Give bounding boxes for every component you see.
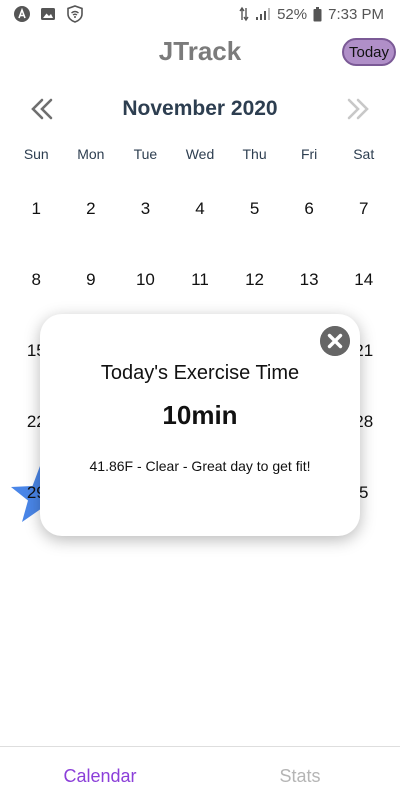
weekday-sat: Sat — [353, 146, 375, 162]
day-number: 8 — [31, 270, 42, 289]
day-number: 2 — [86, 199, 96, 218]
battery-icon — [313, 6, 322, 21]
weekday-thu: Thu — [242, 146, 267, 162]
weekday-tue: Tue — [133, 146, 158, 162]
day-number: 7 — [358, 199, 369, 218]
day-number: 13 — [299, 270, 319, 289]
day-cell[interactable]: 5 — [227, 186, 282, 257]
day-number: 11 — [191, 270, 209, 289]
today-button[interactable]: Today — [342, 38, 396, 66]
close-icon[interactable] — [320, 326, 350, 356]
day-number: 5 — [358, 483, 369, 502]
status-bar: 52% 7:33 PM — [0, 0, 400, 28]
modal-heading: Today's Exercise Time — [100, 362, 300, 384]
shield-wifi-icon — [67, 5, 83, 23]
weekday-mon: Mon — [77, 146, 105, 162]
weekday-fri: Fri — [300, 146, 318, 162]
day-cell[interactable]: 7 — [336, 186, 391, 257]
previous-month-chevron-icon[interactable] — [30, 96, 54, 122]
day-number: 10 — [135, 270, 155, 289]
bottom-tab-bar: Calendar Stats — [0, 746, 400, 800]
tab-stats[interactable]: Stats — [200, 747, 400, 800]
day-number: 3 — [140, 199, 151, 218]
app-title: JTrack — [158, 36, 242, 66]
day-number: 1 — [31, 199, 42, 218]
day-cell[interactable]: 3 — [118, 186, 173, 257]
day-cell[interactable]: 2 — [64, 186, 119, 257]
tab-calendar[interactable]: Calendar — [0, 747, 200, 800]
signal-icon — [256, 8, 271, 20]
clock-time: 7:33 PM — [328, 5, 384, 23]
app-a-icon — [14, 6, 30, 22]
next-month-chevron-icon[interactable] — [346, 96, 370, 122]
weekday-header: Sun Mon Tue Wed Thu Fri Sat — [9, 146, 391, 162]
month-navigation: November 2020 — [0, 92, 400, 126]
day-number: 9 — [86, 270, 96, 289]
data-arrows-icon — [239, 6, 249, 22]
day-cell[interactable]: 6 — [282, 186, 337, 257]
day-cell[interactable]: 1 — [9, 186, 64, 257]
exercise-time-modal: Today's Exercise Time 10min 41.86F - Cle… — [40, 314, 360, 536]
exercise-time-value: 10min — [162, 400, 238, 430]
day-number: 12 — [245, 270, 265, 289]
status-bar-left — [14, 5, 84, 23]
weekday-sun: Sun — [23, 146, 49, 162]
battery-percent: 52% — [277, 5, 308, 23]
day-number: 14 — [354, 270, 374, 289]
image-icon — [41, 8, 55, 20]
weather-message: 41.86F - Clear - Great day to get fit! — [89, 458, 311, 474]
day-cell[interactable]: 4 — [173, 186, 228, 257]
status-bar-right: 52% 7:33 PM — [239, 6, 384, 23]
day-number: 4 — [195, 199, 205, 218]
day-number: 5 — [249, 199, 260, 218]
month-title: November 2020 — [122, 97, 278, 120]
weekday-wed: Wed — [185, 146, 215, 162]
day-number: 6 — [304, 199, 314, 218]
